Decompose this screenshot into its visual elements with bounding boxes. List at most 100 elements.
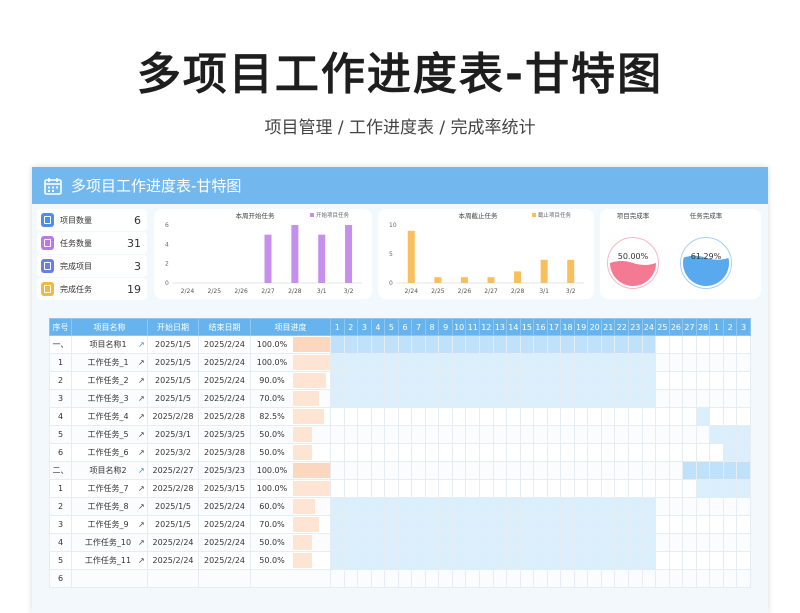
start-date[interactable]: 2025/2/28 xyxy=(147,479,199,499)
gantt-cell xyxy=(695,497,711,517)
start-date[interactable]: 2025/1/5 xyxy=(147,371,199,391)
end-date[interactable]: 2025/2/24 xyxy=(198,371,251,391)
edit-icon[interactable]: ↗ xyxy=(138,340,145,349)
end-date[interactable]: 2025/2/24 xyxy=(198,353,251,373)
name-cell[interactable]: 工作任务_1 ↗ xyxy=(71,353,148,373)
start-date[interactable]: 2025/1/5 xyxy=(147,335,199,355)
end-date[interactable]: 2025/2/24 xyxy=(198,335,251,355)
name-cell[interactable]: 项目名称1 ↗ xyxy=(71,335,148,355)
gantt-cell xyxy=(370,443,386,463)
day-header: 1 xyxy=(709,317,724,337)
x-tick-label: 2/28 xyxy=(288,288,302,295)
edit-icon[interactable]: ↗ xyxy=(138,358,145,367)
gantt-cell xyxy=(641,461,657,481)
gantt-cell xyxy=(614,497,630,517)
edit-icon[interactable]: ↗ xyxy=(138,394,145,403)
end-date[interactable]: 2025/3/23 xyxy=(198,461,251,481)
gantt-cell xyxy=(330,461,345,481)
gantt-cell xyxy=(479,371,494,391)
gantt-cell xyxy=(655,425,670,445)
gantt-cell xyxy=(451,515,467,535)
name-cell[interactable]: 工作任务_11 ↗ xyxy=(71,551,148,571)
gantt-cell xyxy=(682,425,697,445)
table-row[interactable]: 5 工作任务_5 ↗ 2025/3/1 2025/3/25 50.0% xyxy=(49,425,751,445)
gantt-cell xyxy=(357,443,372,463)
start-date[interactable]: 2025/2/24 xyxy=(147,533,199,553)
end-date[interactable] xyxy=(198,569,251,588)
start-date[interactable]: 2025/2/27 xyxy=(147,461,199,481)
table-row[interactable]: 1 工作任务_7 ↗ 2025/2/28 2025/3/15 100.0% xyxy=(49,479,751,499)
name-cell[interactable]: 工作任务_7 ↗ xyxy=(71,479,148,499)
start-date[interactable]: 2025/1/5 xyxy=(147,353,199,373)
gantt-cell xyxy=(533,461,548,481)
name-cell[interactable]: 工作任务_10 ↗ xyxy=(71,533,148,553)
table-row[interactable]: 6 xyxy=(49,569,751,588)
edit-icon[interactable]: ↗ xyxy=(138,520,145,529)
end-date[interactable]: 2025/2/28 xyxy=(198,407,251,427)
edit-icon[interactable]: ↗ xyxy=(138,448,145,457)
edit-icon[interactable]: ↗ xyxy=(138,376,145,385)
start-date[interactable]: 2025/2/28 xyxy=(147,407,199,427)
table-row[interactable]: 一、 项目名称1 ↗ 2025/1/5 2025/2/24 100.0% xyxy=(49,335,751,355)
end-date[interactable]: 2025/3/25 xyxy=(198,425,251,445)
progress-label xyxy=(252,571,294,586)
start-date[interactable]: 2025/1/5 xyxy=(147,497,199,517)
gantt-cell xyxy=(628,497,643,517)
column-header[interactable]: 项目进度 xyxy=(250,317,331,337)
edit-icon[interactable]: ↗ xyxy=(138,556,145,565)
start-date[interactable]: 2025/1/5 xyxy=(147,515,199,535)
name-cell[interactable]: 工作任务_4 ↗ xyxy=(71,407,148,427)
day-header: 3 xyxy=(736,317,751,337)
name-cell[interactable]: 工作任务_6 ↗ xyxy=(71,443,148,463)
column-header[interactable]: 项目名称 xyxy=(71,317,148,337)
name-cell[interactable]: 工作任务_9 ↗ xyxy=(71,515,148,535)
row-number: 5 xyxy=(49,425,72,445)
gantt-cell xyxy=(722,569,738,588)
table-row[interactable]: 6 工作任务_6 ↗ 2025/3/2 2025/3/28 50.0% xyxy=(49,443,751,463)
edit-icon[interactable]: ↗ xyxy=(138,538,145,547)
table-row[interactable]: 2 工作任务_8 ↗ 2025/1/5 2025/2/24 60.0% xyxy=(49,497,751,517)
table-row[interactable]: 3 工作任务_3 ↗ 2025/1/5 2025/2/24 70.0% xyxy=(49,389,751,409)
gantt-cell xyxy=(682,569,697,588)
edit-icon[interactable]: ↗ xyxy=(138,484,145,493)
table-row[interactable]: 1 工作任务_1 ↗ 2025/1/5 2025/2/24 100.0% xyxy=(49,353,751,373)
edit-icon[interactable]: ↗ xyxy=(138,412,145,421)
start-date[interactable] xyxy=(147,569,199,588)
column-header[interactable]: 开始日期 xyxy=(147,317,199,337)
progress-label: 50.0% xyxy=(259,430,285,440)
edit-icon[interactable]: ↗ xyxy=(138,466,145,475)
table-row[interactable]: 3 工作任务_9 ↗ 2025/1/5 2025/2/24 70.0% xyxy=(49,515,751,535)
gantt-cell xyxy=(560,533,575,553)
column-header[interactable]: 序号 xyxy=(49,317,72,337)
table-row[interactable]: 4 工作任务_10 ↗ 2025/2/24 2025/2/24 50.0% xyxy=(49,533,751,553)
name-cell[interactable]: 工作任务_8 ↗ xyxy=(71,497,148,517)
end-date[interactable]: 2025/2/24 xyxy=(198,533,251,553)
name-cell[interactable]: 工作任务_3 ↗ xyxy=(71,389,148,409)
column-header[interactable]: 结束日期 xyxy=(198,317,251,337)
name-cell[interactable] xyxy=(71,569,148,588)
start-date[interactable]: 2025/3/2 xyxy=(147,443,199,463)
end-date[interactable]: 2025/2/24 xyxy=(198,551,251,571)
start-date[interactable]: 2025/2/24 xyxy=(147,551,199,571)
end-date[interactable]: 2025/3/15 xyxy=(198,479,251,499)
name-cell[interactable]: 工作任务_5 ↗ xyxy=(71,425,148,445)
end-date[interactable]: 2025/2/24 xyxy=(198,389,251,409)
end-date[interactable]: 2025/2/24 xyxy=(198,515,251,535)
start-date[interactable]: 2025/3/1 xyxy=(147,425,199,445)
name-cell[interactable]: 项目名称2 ↗ xyxy=(71,461,148,481)
table-row[interactable]: 二、 项目名称2 ↗ 2025/2/27 2025/3/23 100.0% xyxy=(49,461,751,481)
edit-icon[interactable]: ↗ xyxy=(138,430,145,439)
end-date[interactable]: 2025/3/28 xyxy=(198,443,251,463)
gantt-cell xyxy=(330,425,345,445)
gantt-cell xyxy=(668,443,684,463)
progress-bar xyxy=(293,337,330,353)
start-date[interactable]: 2025/1/5 xyxy=(147,389,199,409)
table-row[interactable]: 2 工作任务_2 ↗ 2025/1/5 2025/2/24 90.0% xyxy=(49,371,751,391)
end-date[interactable]: 2025/2/24 xyxy=(198,497,251,517)
name-cell[interactable]: 工作任务_2 ↗ xyxy=(71,371,148,391)
table-row[interactable]: 4 工作任务_4 ↗ 2025/2/28 2025/2/28 82.5% xyxy=(49,407,751,427)
gantt-cell xyxy=(438,353,453,373)
edit-icon[interactable]: ↗ xyxy=(138,502,145,511)
table-row[interactable]: 5 工作任务_11 ↗ 2025/2/24 2025/2/24 50.0% xyxy=(49,551,751,571)
gantt-cell xyxy=(411,569,426,588)
